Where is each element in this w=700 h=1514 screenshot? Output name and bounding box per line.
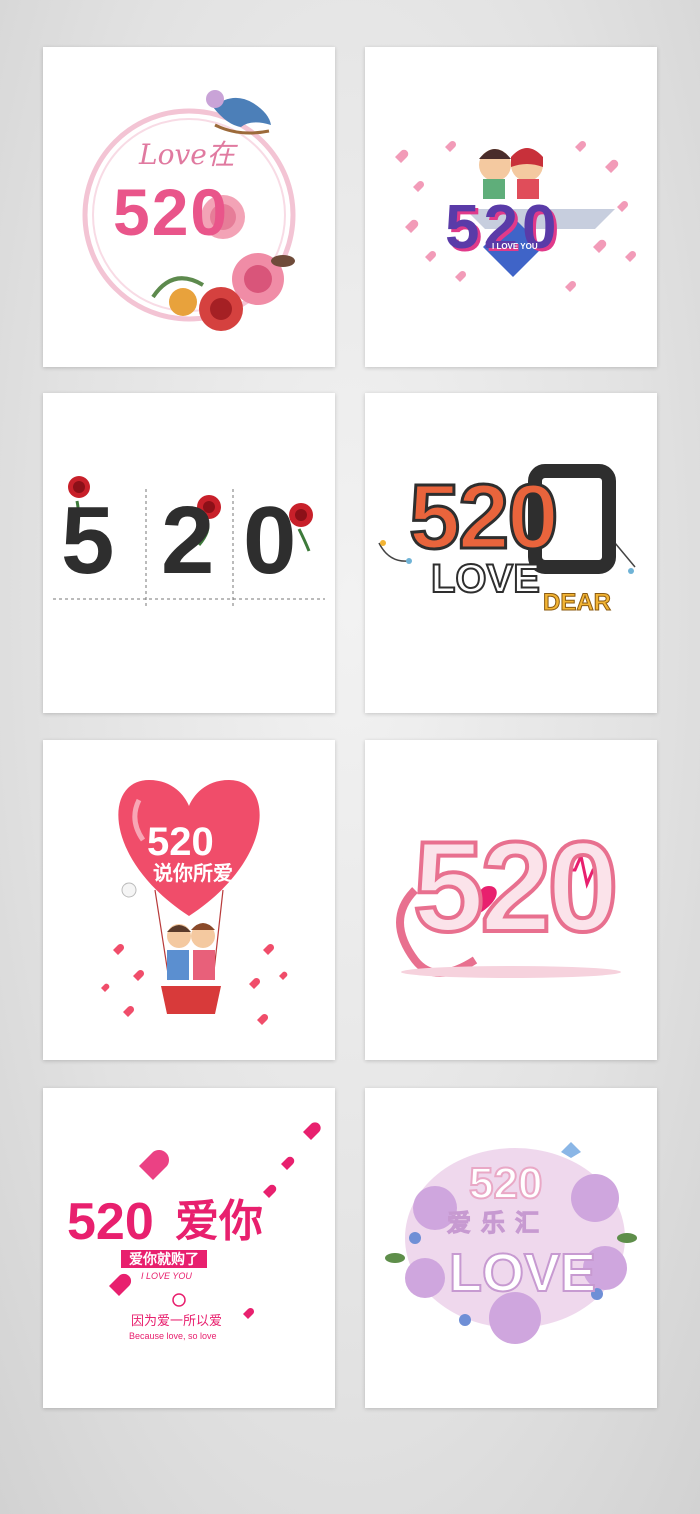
number-520-blocks: 520 (408, 466, 560, 568)
i-love-you-small: I LOVE YOU (141, 1271, 192, 1281)
digit-0: 0 (243, 487, 297, 594)
tile-8-floral-love[interactable]: 520 爱乐汇 LOVE (365, 1088, 657, 1408)
love-word: LOVE (448, 1243, 597, 1303)
digit-2: 2 (161, 487, 215, 594)
dear-word: DEAR (542, 589, 612, 616)
number-520-white: 520 (468, 1159, 543, 1208)
aini-word: 爱你 (175, 1197, 263, 1246)
page: { "colors": { "pink": "#e9558a", "hot_pi… (0, 0, 700, 1514)
love-script-label: Love在 (139, 138, 235, 171)
tile-7-520-aini[interactable]: 520 爱你 爱你就购了 I LOVE YOU 因为爱一所以爱 Because … (43, 1088, 335, 1408)
number-520-glossy: 520 (411, 816, 621, 959)
tile-6-glossy-520[interactable]: 520 (365, 740, 657, 1060)
i-love-you-banner: I LOVE YOU (492, 242, 538, 251)
promo-ribbon: 爱你就购了 (121, 1250, 207, 1268)
tile-5-heart-balloon[interactable]: 520 说你所爱 (43, 740, 335, 1060)
number-520-white: 520 (147, 820, 214, 864)
heart-balloon-graphic (101, 780, 288, 1025)
slogan-text: 爱乐汇 (447, 1210, 549, 1237)
tile-4-love-dear[interactable]: 520 LOVE DEAR (365, 393, 657, 713)
digit-5: 5 (61, 487, 115, 594)
love-word: LOVE (430, 557, 541, 601)
number-520-red: 520 (67, 1193, 154, 1251)
because-love-en: Because love, so love (129, 1331, 217, 1341)
because-love-cn: 因为爱一所以爱 (131, 1313, 223, 1328)
tile-1-floral-520[interactable]: Love在 520 (43, 47, 335, 367)
slogan-text: 说你所爱 (153, 863, 233, 885)
tile-2-couple-520[interactable]: 520 I LOVE YOU (365, 47, 657, 367)
number-520: 520 (113, 175, 230, 249)
tile-3-roses-520[interactable]: 5 2 0 (43, 393, 335, 713)
